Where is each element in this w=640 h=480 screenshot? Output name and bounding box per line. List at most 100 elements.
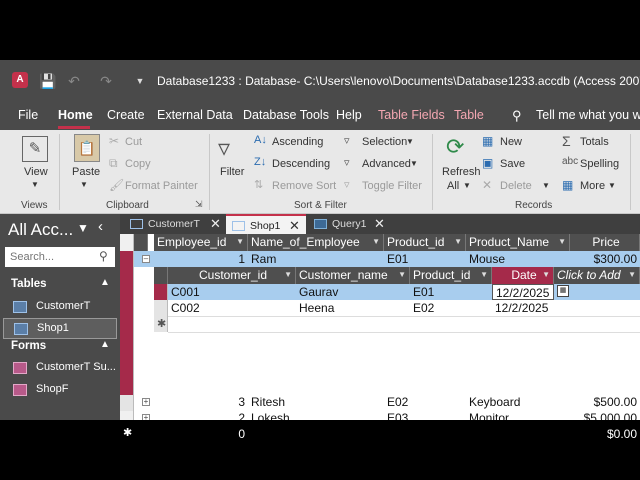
nav-item-customert[interactable]: CustomerT	[3, 297, 117, 318]
nav-item-shop1[interactable]: Shop1	[3, 318, 117, 339]
cell-product-name[interactable]: Monitor	[466, 410, 570, 420]
chevron-down-icon[interactable]: ▼	[454, 234, 462, 250]
selection-button[interactable]: Selection	[362, 136, 407, 148]
filter-icon[interactable]: ▿	[218, 134, 230, 163]
chevron-up-icon[interactable]: ▲	[100, 339, 110, 350]
sub-record-selector[interactable]	[154, 284, 168, 300]
sub-header-customer-name[interactable]: Customer_name ▼	[296, 267, 410, 284]
chevron-down-icon[interactable]: ▼	[398, 267, 406, 283]
collapse-pane-icon[interactable]: ‹	[98, 218, 103, 235]
cell-product-id[interactable]: E01	[384, 251, 466, 267]
format-painter-button[interactable]: Format Painter	[125, 180, 198, 192]
collapse-subdatasheet-icon[interactable]: –	[142, 255, 150, 263]
nav-header-tables[interactable]: Tables	[11, 278, 47, 290]
menu-file[interactable]: File	[18, 108, 38, 122]
cell-customer-id[interactable]: C002	[168, 300, 296, 316]
record-selector-expanded[interactable]	[120, 251, 134, 395]
cell-product-id[interactable]: E03	[384, 410, 466, 420]
view-icon[interactable]: ✎	[22, 136, 48, 162]
refresh-icon[interactable]: ⟳	[446, 134, 464, 160]
close-icon[interactable]: ✕	[289, 218, 300, 234]
chevron-down-icon[interactable]: ▼	[480, 267, 488, 283]
header-name-of-employee[interactable]: Name_of_Employee ▼	[248, 234, 384, 251]
cell-name[interactable]: Ritesh	[248, 394, 384, 410]
cell-customer-id[interactable]: C001	[168, 284, 296, 300]
cell-price[interactable]: $5,000.00	[570, 410, 640, 420]
toggle-filter-button[interactable]: Toggle Filter	[362, 180, 422, 192]
cell-product-name[interactable]: Keyboard	[466, 394, 570, 410]
nav-item-shopf[interactable]: ShopF	[3, 380, 117, 401]
save-icon[interactable]: 💾	[38, 71, 58, 91]
sub-header-customer-id[interactable]: Customer_id ▼	[168, 267, 296, 284]
chevron-down-icon[interactable]: ▼	[372, 234, 380, 250]
menu-external-data[interactable]: External Data	[157, 108, 233, 122]
filter-button[interactable]: Filter	[220, 166, 244, 178]
sub-record-selector[interactable]	[154, 300, 168, 316]
chevron-down-icon[interactable]: ▼	[558, 234, 566, 250]
remove-sort-button[interactable]: Remove Sort	[272, 180, 336, 192]
expand-subdatasheet-icon[interactable]: +	[142, 414, 150, 420]
advanced-button[interactable]: Advanced	[362, 158, 411, 170]
cell-product-id[interactable]: E02	[410, 300, 492, 316]
cell-product-id[interactable]: E02	[384, 394, 466, 410]
dialog-launcher-icon[interactable]: ⇲	[195, 199, 203, 210]
chevron-up-icon[interactable]: ▲	[100, 277, 110, 288]
menu-help[interactable]: Help	[336, 108, 362, 122]
nav-header-forms[interactable]: Forms	[11, 340, 46, 352]
cell-name[interactable]: Lokesh	[248, 410, 384, 420]
chevron-down-icon[interactable]: ▼	[628, 267, 636, 283]
menu-create[interactable]: Create	[107, 108, 145, 122]
cell-customer-name[interactable]: Gaurav	[296, 284, 410, 300]
descending-button[interactable]: Descending	[272, 158, 330, 170]
menu-table[interactable]: Table	[454, 108, 484, 122]
delete-button[interactable]: Delete	[500, 180, 532, 192]
cell-product-name[interactable]: Mouse	[466, 251, 570, 267]
close-icon[interactable]: ✕	[210, 216, 221, 232]
save-record-button[interactable]: Save	[500, 158, 525, 170]
nav-item-customert-subform[interactable]: CustomerT Su...	[3, 358, 117, 379]
cell-employee-id[interactable]: 1	[154, 251, 248, 267]
cell-date-editing[interactable]: 12/2/2025	[492, 284, 554, 300]
header-price[interactable]: Price	[570, 234, 640, 251]
cell-employee-id[interactable]: 0	[154, 426, 248, 442]
totals-button[interactable]: Totals	[580, 136, 609, 148]
copy-button[interactable]: Copy	[125, 158, 151, 170]
cell-employee-id[interactable]: 2	[154, 410, 248, 420]
nav-pane-title[interactable]: All Acc...	[8, 220, 73, 240]
close-icon[interactable]: ✕	[374, 216, 385, 232]
cell-date[interactable]: 12/2/2025	[492, 300, 554, 316]
cell-employee-id[interactable]: 3	[154, 394, 248, 410]
cell-product-id[interactable]: E01	[410, 284, 492, 300]
expand-subdatasheet-icon[interactable]: +	[142, 398, 150, 406]
undo-icon[interactable]: ↶	[64, 71, 84, 91]
more-button[interactable]: More	[580, 180, 605, 192]
chevron-down-icon[interactable]: ▼	[236, 234, 244, 250]
cell-name[interactable]: Ram	[248, 251, 384, 267]
new-record-row[interactable]: ✱ 0 $0.00	[120, 426, 640, 442]
refresh-all-label[interactable]: All	[447, 180, 459, 192]
cell-price[interactable]: $0.00	[570, 426, 640, 442]
ascending-button[interactable]: Ascending	[272, 136, 323, 148]
cell-price[interactable]: $500.00	[570, 394, 640, 410]
spelling-button[interactable]: Spelling	[580, 158, 619, 170]
chevron-down-icon[interactable]: ▼	[284, 267, 292, 283]
tab-shop1[interactable]: Shop1 ✕	[226, 214, 306, 234]
cell-price[interactable]: $300.00	[570, 251, 640, 267]
menu-home[interactable]: Home	[58, 108, 93, 122]
header-product-name[interactable]: Product_Name ▼	[466, 234, 570, 251]
search-icon[interactable]: ⚲	[99, 249, 108, 263]
header-product-id[interactable]: Product_id ▼	[384, 234, 466, 251]
record-selector[interactable]	[120, 395, 134, 411]
calendar-icon[interactable]: ▦	[557, 285, 569, 297]
tell-me-box[interactable]: Tell me what you want	[536, 108, 640, 122]
chevron-down-icon[interactable]: ▼	[542, 267, 550, 283]
tab-customert[interactable]: CustomerT ✕	[124, 214, 224, 234]
sub-header-click-to-add[interactable]: Click to Add ▼	[554, 267, 640, 284]
cell-customer-name[interactable]: Heena	[296, 300, 410, 316]
paste-button[interactable]: Paste	[72, 166, 100, 178]
menu-table-fields[interactable]: Table Fields	[378, 108, 445, 122]
menu-database-tools[interactable]: Database Tools	[243, 108, 329, 122]
view-button[interactable]: View	[24, 166, 48, 178]
redo-icon[interactable]: ↷	[96, 71, 116, 91]
customize-toolbar-icon[interactable]: ▼	[130, 71, 150, 91]
